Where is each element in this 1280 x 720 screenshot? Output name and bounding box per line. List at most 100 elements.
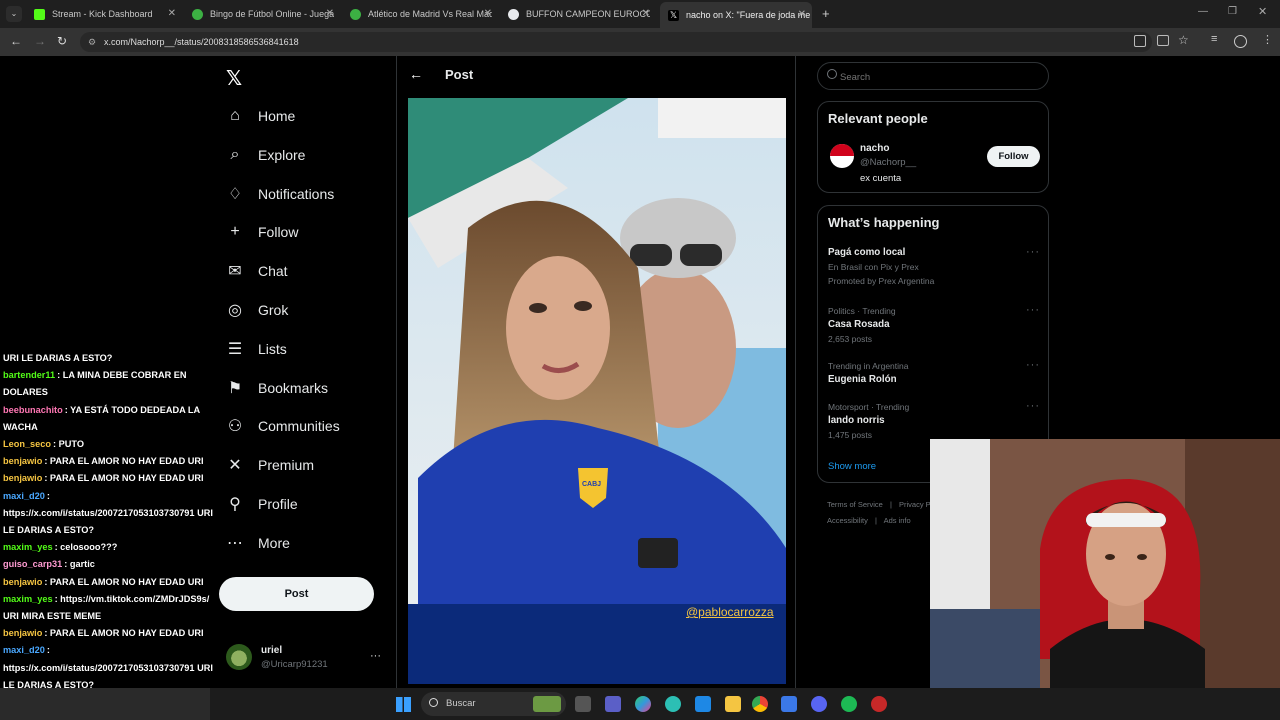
tab-bingo[interactable]: Bingo de Fútbol Online - Juega ✕ xyxy=(192,4,334,24)
chat-username[interactable]: benjawio xyxy=(3,456,42,466)
tab-x-post[interactable]: 𝕏 nacho on X: "Fuera de joda me ✕ xyxy=(660,2,812,28)
panel-title: What’s happening xyxy=(828,215,940,230)
trend-item[interactable]: Trending in Argentina Eugenia Rolón ··· xyxy=(828,359,1040,387)
close-icon[interactable]: ✕ xyxy=(642,8,650,19)
nav-item-more[interactable]: ⋯ More xyxy=(226,527,290,559)
close-icon[interactable]: ✕ xyxy=(484,8,492,19)
url-field[interactable]: ⚙ x.com/Nachorp__/status/200831858653684… xyxy=(80,32,1152,52)
nav-item-follow[interactable]: + Follow xyxy=(226,216,298,248)
footer-link-accessibility[interactable]: Accessibility xyxy=(827,516,868,525)
minimize-button[interactable]: — xyxy=(1198,6,1208,17)
tab-title: BUFFON CAMPEON EUROCOPA xyxy=(526,9,650,19)
back-arrow-icon[interactable]: ← xyxy=(10,34,22,48)
more-icon[interactable]: ··· xyxy=(1026,400,1040,412)
trend-item[interactable]: Politics · Trending Casa Rosada 2,653 post… xyxy=(828,304,1040,346)
chat-text: : celosooo??? xyxy=(54,542,118,553)
person-name[interactable]: nacho xyxy=(860,143,889,154)
site-info-icon[interactable]: ⚙ xyxy=(88,32,96,52)
chat-username[interactable]: benjawio xyxy=(3,473,42,483)
chat-username[interactable]: maxi_d20 xyxy=(3,645,45,655)
trend-item[interactable]: Motorsport · Trending lando norris 1,475 p… xyxy=(828,400,1040,442)
taskbar-search[interactable]: Buscar xyxy=(421,692,566,716)
follow-button[interactable]: Follow xyxy=(987,146,1040,167)
forward-arrow-icon[interactable]: → xyxy=(34,34,46,48)
edge-icon[interactable] xyxy=(665,696,681,712)
reload-icon[interactable]: ↻ xyxy=(57,34,67,48)
photo-illustration xyxy=(408,98,786,604)
footer-link-terms[interactable]: Terms of Service xyxy=(827,500,883,509)
chat-username[interactable]: maxim_yes xyxy=(3,542,53,552)
store-icon[interactable] xyxy=(695,696,711,712)
more-icon[interactable]: ··· xyxy=(1026,246,1040,258)
discord-icon[interactable] xyxy=(811,696,827,712)
chat-username[interactable]: Leon_seco xyxy=(3,439,51,449)
show-more-link[interactable]: Show more xyxy=(828,461,876,472)
chat-username[interactable]: benjawio xyxy=(3,577,42,587)
nav-item-premium[interactable]: ✕ Premium xyxy=(226,449,314,481)
maximize-button[interactable]: ❐ xyxy=(1228,6,1237,17)
post-button[interactable]: Post xyxy=(219,577,374,611)
close-window-button[interactable]: ✕ xyxy=(1258,5,1267,18)
star-icon[interactable]: ☆ xyxy=(1178,33,1189,47)
trend-title: lando norris xyxy=(828,415,885,426)
search-input[interactable] xyxy=(840,69,1030,85)
more-icon[interactable]: ··· xyxy=(1026,359,1040,371)
windows-start-icon[interactable] xyxy=(396,697,411,712)
tab-list-dropdown[interactable]: ⌄ xyxy=(6,6,22,22)
chat-username[interactable]: bartender11 xyxy=(3,370,55,380)
tab-title: Stream - Kick Dashboard xyxy=(52,9,153,19)
footer-link-ads[interactable]: Ads info xyxy=(884,516,911,525)
app-icon[interactable] xyxy=(871,696,887,712)
tab-kick-dashboard[interactable]: Stream - Kick Dashboard ✕ xyxy=(34,4,176,24)
trend-item[interactable]: Pagá como local En Brasil con Pix y Prex P… xyxy=(828,246,1040,288)
kick-icon xyxy=(34,8,45,20)
nav-item-explore[interactable]: ⌕ Explore xyxy=(226,139,306,171)
back-arrow-icon[interactable]: ← xyxy=(409,66,423,82)
tab-atletico[interactable]: Atlético de Madrid Vs Real Mad ✕ xyxy=(350,4,492,24)
nav-item-chat[interactable]: ✉ Chat xyxy=(226,255,287,287)
account-switcher[interactable]: uriel @Uricarp91231 ··· xyxy=(226,644,386,674)
nav-item-label: More xyxy=(258,534,290,551)
close-icon[interactable]: ✕ xyxy=(168,8,176,19)
nav-item-grok[interactable]: ◎ Grok xyxy=(226,294,288,326)
task-view-icon[interactable] xyxy=(575,696,591,712)
file-explorer-icon[interactable] xyxy=(725,696,741,712)
x-logo[interactable]: 𝕏 xyxy=(226,66,242,91)
more-icon[interactable]: ··· xyxy=(370,650,381,662)
tab-title: Bingo de Fútbol Online - Juega xyxy=(210,9,334,19)
home-icon: ⌂ xyxy=(230,107,240,124)
avatar[interactable] xyxy=(830,144,854,168)
active-app-icon[interactable] xyxy=(781,696,797,712)
person-handle: @Nachorp__ xyxy=(860,157,917,168)
more-icon[interactable]: ··· xyxy=(1026,304,1040,316)
nav-item-notifications[interactable]: ♢ Notifications xyxy=(226,178,334,210)
chrome-icon[interactable] xyxy=(752,696,768,712)
chat-message: maxi_d20: https://x.com/i/status/2007217… xyxy=(0,642,216,694)
chat-username[interactable]: maxim_yes xyxy=(3,594,53,604)
browser-menu-icon[interactable]: ⋮ xyxy=(1262,33,1273,46)
media-control-icon[interactable]: ≡ xyxy=(1211,33,1217,45)
nav-item-home[interactable]: ⌂ Home xyxy=(226,100,295,132)
search-bar[interactable] xyxy=(817,62,1049,90)
chat-username[interactable]: benjawio xyxy=(3,628,42,638)
new-tab-button[interactable]: + xyxy=(822,6,830,21)
chat-username[interactable]: guiso_carp31 xyxy=(3,559,62,569)
nav-item-lists[interactable]: ☰ Lists xyxy=(226,333,287,365)
teams-icon[interactable] xyxy=(605,696,621,712)
nav-item-label: Profile xyxy=(258,496,298,512)
tab-buffon[interactable]: BUFFON CAMPEON EUROCOPA ✕ xyxy=(508,4,650,24)
chat-username[interactable]: beebunachito xyxy=(3,405,63,415)
post-image[interactable]: CABJ @pablocarrozza xyxy=(408,98,786,684)
close-icon[interactable]: ✕ xyxy=(798,9,806,20)
cast-icon[interactable] xyxy=(1157,35,1169,46)
nav-item-bookmarks[interactable]: ⚑ Bookmarks xyxy=(226,372,328,404)
spotify-icon[interactable] xyxy=(841,696,857,712)
profile-icon[interactable] xyxy=(1234,35,1247,48)
chat-username[interactable]: maxi_d20 xyxy=(3,491,45,501)
close-icon[interactable]: ✕ xyxy=(326,8,334,19)
nav-item-communities[interactable]: ⚇ Communities xyxy=(226,410,340,442)
nav-item-profile[interactable]: ⚲ Profile xyxy=(226,488,298,520)
translate-icon[interactable] xyxy=(1134,35,1146,47)
copilot-icon[interactable] xyxy=(635,696,651,712)
image-watermark: @pablocarrozza xyxy=(686,605,774,619)
